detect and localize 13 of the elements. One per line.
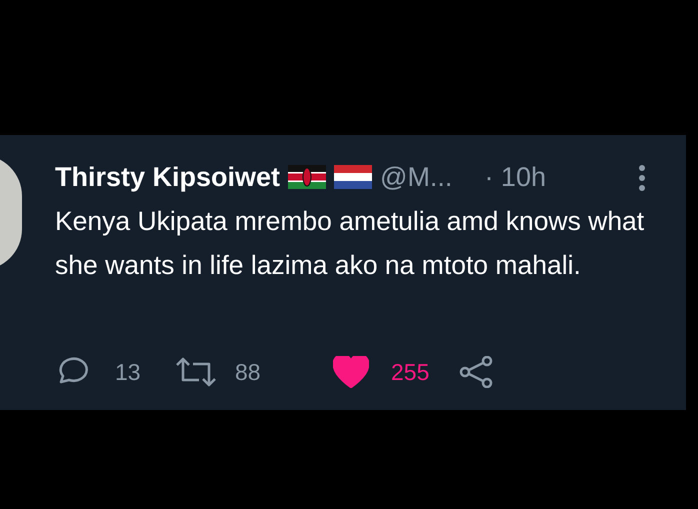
user-handle[interactable]: @M... — [380, 157, 452, 198]
tweet-text: Kenya Ukipata mrembo ametulia amd knows what she wants in life lazima ako na mtoto mahali. — [55, 205, 646, 282]
timestamp: · 10h — [484, 161, 546, 194]
retweet-count: 88 — [235, 358, 262, 387]
kenya-flag-icon — [288, 165, 326, 190]
like-count: 255 — [391, 358, 430, 387]
retweet-icon[interactable] — [175, 356, 217, 388]
share-icon[interactable] — [459, 356, 495, 388]
reply-count: 13 — [115, 358, 142, 387]
like-heart-icon[interactable] — [333, 356, 369, 388]
netherlands-flag-icon — [334, 165, 372, 190]
more-options-icon[interactable] — [638, 165, 646, 191]
display-name[interactable]: Thirsty Kipsoiwet — [55, 157, 280, 198]
